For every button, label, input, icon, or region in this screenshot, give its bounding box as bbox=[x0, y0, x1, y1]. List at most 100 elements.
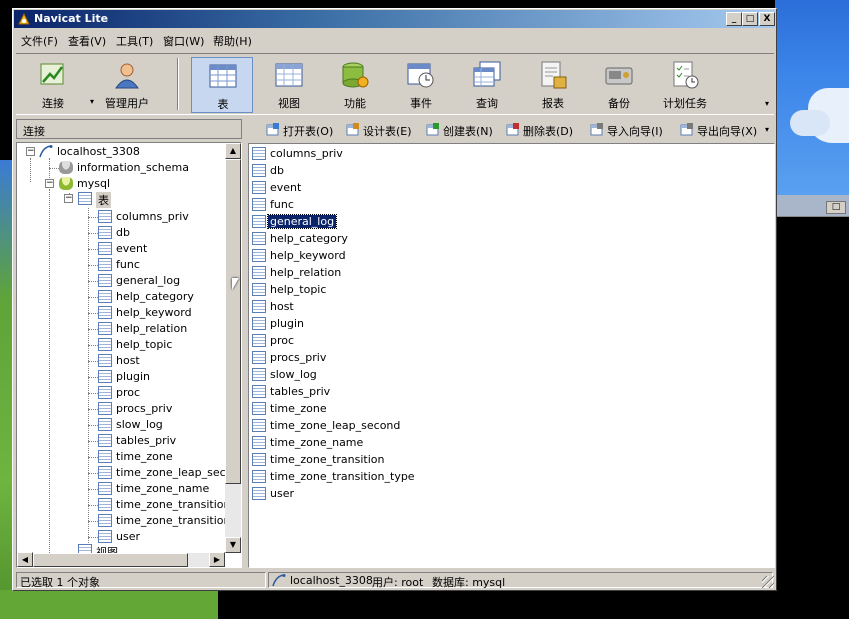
query-icon bbox=[473, 61, 501, 87]
table-icon bbox=[98, 418, 112, 431]
table-icon bbox=[98, 370, 112, 383]
titlebar[interactable]: Navicat Lite _ □ X bbox=[14, 10, 775, 28]
scroll-left-arrow-icon[interactable]: ◀ bbox=[17, 552, 33, 567]
scroll-right-arrow-icon[interactable]: ▶ bbox=[209, 552, 225, 567]
toolbar-query-button[interactable]: 查询 bbox=[456, 57, 518, 113]
toolbar-connect-button[interactable]: 连接 ▾ bbox=[22, 57, 94, 113]
object-toolbar-label: 创建表(N) bbox=[443, 125, 493, 138]
minimize-button[interactable]: _ bbox=[726, 12, 742, 26]
tree-connection-label: localhost_3308 bbox=[57, 145, 140, 158]
table-icon bbox=[252, 419, 266, 432]
object-toolbar-overflow-chevron-icon[interactable]: ▾ bbox=[765, 125, 769, 134]
background-window-titlebar[interactable]: □ bbox=[775, 195, 849, 217]
toolbar-manage-users-button[interactable]: 管理用户 bbox=[96, 57, 158, 113]
resize-grip-icon[interactable] bbox=[762, 576, 774, 588]
tree-database-label: mysql bbox=[77, 177, 110, 190]
tree-table-label: tables_priv bbox=[116, 434, 177, 447]
tree-table-label: procs_priv bbox=[116, 402, 173, 415]
connect-icon bbox=[40, 63, 64, 85]
maximize-button[interactable]: □ bbox=[742, 12, 758, 26]
object-list-item-label: time_zone_name bbox=[270, 436, 364, 449]
tree-database-label: information_schema bbox=[77, 161, 189, 174]
toolbar-label: 报表 bbox=[542, 97, 564, 110]
toolbar-view-button[interactable]: 视图 bbox=[258, 57, 320, 113]
object-list-item-label: help_keyword bbox=[270, 249, 346, 262]
menubar: 文件(F) 查看(V) 工具(T) 窗口(W) 帮助(H) bbox=[14, 30, 775, 50]
background-window-button[interactable]: □ bbox=[826, 201, 846, 214]
table-icon bbox=[98, 530, 112, 543]
object-list-item-label: help_topic bbox=[270, 283, 327, 296]
table-icon bbox=[252, 351, 266, 364]
background-window[interactable] bbox=[775, 195, 849, 619]
menu-help[interactable]: 帮助(H) bbox=[213, 33, 252, 49]
function-icon bbox=[342, 62, 369, 88]
object-list-item-label: proc bbox=[270, 334, 295, 347]
toolbar-report-button[interactable]: 报表 bbox=[522, 57, 584, 113]
tree-line bbox=[88, 249, 98, 250]
table-icon bbox=[98, 386, 112, 399]
table-icon bbox=[98, 338, 112, 351]
tree-collapse-toggle[interactable]: − bbox=[64, 194, 73, 203]
table-icon bbox=[98, 354, 112, 367]
toolbar-table-button[interactable]: 表 bbox=[191, 57, 253, 113]
chevron-down-icon[interactable]: ▾ bbox=[90, 97, 94, 106]
menu-view[interactable]: 查看(V) bbox=[68, 33, 106, 49]
tree-table-label: plugin bbox=[116, 370, 151, 383]
tree-vertical-scrollbar[interactable]: ▲ ▼ bbox=[225, 143, 241, 553]
tree-line bbox=[88, 537, 98, 538]
menu-file[interactable]: 文件(F) bbox=[21, 33, 58, 49]
user-icon bbox=[115, 63, 139, 89]
menu-tools[interactable]: 工具(T) bbox=[116, 33, 153, 49]
table-icon bbox=[252, 147, 266, 160]
object-list-item-label: time_zone_transition_type bbox=[270, 470, 415, 483]
tree-line bbox=[88, 489, 98, 490]
tree-line bbox=[88, 505, 98, 506]
object-list[interactable]: columns_priv db event func general_log help_c… bbox=[248, 143, 775, 568]
menu-window[interactable]: 窗口(W) bbox=[163, 33, 204, 49]
design-table-icon bbox=[346, 123, 359, 136]
table-icon bbox=[252, 470, 266, 483]
main-toolbar: 连接 ▾ 管理用户 表 视图 功能 事件 查询 报表 备份 计划任务 ▾ bbox=[16, 53, 774, 115]
scroll-up-arrow-icon[interactable]: ▲ bbox=[225, 143, 241, 159]
status-connection-text: localhost_3308 bbox=[290, 574, 373, 587]
status-connection-panel: localhost_3308 用户: root 数据库: mysql bbox=[268, 572, 773, 589]
tree-collapse-toggle[interactable]: − bbox=[26, 147, 35, 156]
tree-table-label: time_zone_transition_ bbox=[116, 514, 237, 527]
table-icon bbox=[98, 306, 112, 319]
status-database-text: 数据库: mysql bbox=[432, 576, 506, 589]
view-icon bbox=[275, 63, 303, 87]
table-icon bbox=[252, 487, 266, 500]
tree-line bbox=[88, 393, 98, 394]
toolbar-function-button[interactable]: 功能 bbox=[324, 57, 386, 113]
toolbar-backup-button[interactable]: 备份 bbox=[588, 57, 650, 113]
toolbar-label: 计划任务 bbox=[663, 97, 707, 110]
export-wizard-icon bbox=[680, 123, 693, 136]
tree-scroll-thumb[interactable] bbox=[225, 159, 241, 484]
tree-horizontal-scrollbar[interactable]: ◀ ▶ bbox=[17, 552, 225, 567]
table-icon bbox=[252, 198, 266, 211]
object-toolbar-label: 打开表(O) bbox=[283, 125, 334, 138]
table-icon bbox=[98, 482, 112, 495]
table-icon bbox=[98, 226, 112, 239]
toolbar-overflow-chevron-icon[interactable]: ▾ bbox=[765, 99, 769, 108]
tree-line bbox=[88, 361, 98, 362]
tree-line bbox=[49, 190, 50, 555]
tree-table-label: time_zone_leap_secor bbox=[116, 466, 237, 479]
tree-table-label: host bbox=[116, 354, 140, 367]
tree-line bbox=[88, 425, 98, 426]
window-title: Navicat Lite bbox=[34, 12, 109, 25]
scroll-down-arrow-icon[interactable]: ▼ bbox=[225, 537, 241, 553]
tree-table-label: event bbox=[116, 242, 148, 255]
tree-table-label: help_keyword bbox=[116, 306, 192, 319]
connection-tree[interactable]: − localhost_3308 information_schema − my… bbox=[16, 142, 242, 568]
toolbar-event-button[interactable]: 事件 bbox=[390, 57, 452, 113]
toolbar-schedule-button[interactable]: 计划任务 bbox=[654, 57, 716, 113]
report-icon bbox=[541, 61, 567, 89]
table-icon bbox=[252, 181, 266, 194]
backup-icon bbox=[605, 67, 633, 85]
close-button[interactable]: X bbox=[759, 12, 775, 26]
tree-line bbox=[88, 473, 98, 474]
tree-collapse-toggle[interactable]: − bbox=[45, 179, 54, 188]
table-icon bbox=[252, 164, 266, 177]
tree-hscroll-thumb[interactable] bbox=[33, 553, 188, 567]
